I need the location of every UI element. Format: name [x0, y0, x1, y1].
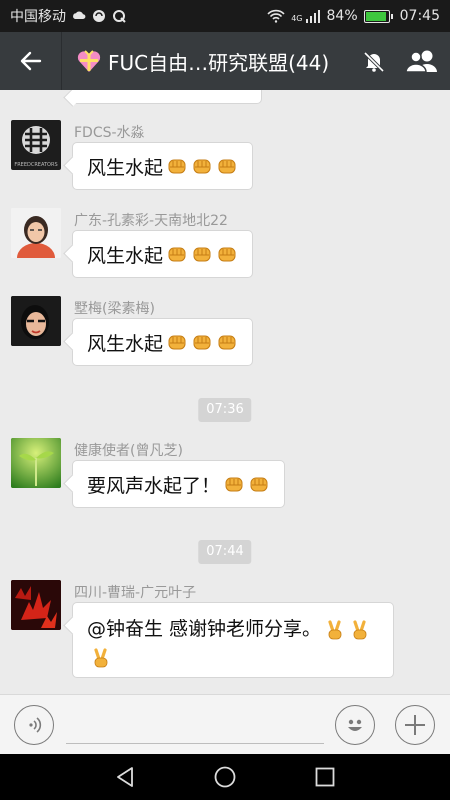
emoji-button[interactable]	[335, 705, 375, 745]
message-bubble-partial[interactable]	[72, 90, 262, 104]
network-type-label: 4G	[291, 14, 303, 23]
fist-emoji-icon	[225, 477, 243, 492]
mute-button[interactable]	[354, 50, 394, 72]
status-bar: 中国移动 4G 84% 07:45	[0, 0, 450, 32]
q-icon	[113, 10, 126, 23]
voice-waves-icon	[29, 717, 42, 733]
sender-name: FDCS-水淼	[74, 125, 145, 141]
back-arrow-icon	[20, 51, 41, 71]
message-text-input[interactable]	[66, 743, 324, 744]
avatar[interactable]	[11, 208, 61, 258]
group-people-icon	[405, 50, 437, 73]
smiley-icon	[348, 719, 362, 731]
red-leaf-photo-icon	[11, 580, 61, 630]
signal-icon	[305, 10, 320, 23]
message-bubble[interactable]: 风生水起	[72, 318, 254, 366]
sender-name: 健康使者(曾凡芝)	[74, 443, 183, 459]
more-plus-button[interactable]	[395, 705, 435, 745]
fist-emoji-icon	[168, 247, 186, 262]
fdcs-logo-text: FREEDCREATORS	[14, 162, 57, 168]
victory-hand-emoji-icon	[353, 619, 367, 639]
victory-hand-emoji-icon	[94, 647, 108, 667]
nav-home-circle-icon[interactable]	[213, 765, 237, 789]
battery-percent: 84%	[326, 8, 358, 24]
sprout-photo-icon	[11, 438, 61, 488]
person-photo-icon	[11, 208, 61, 258]
avatar[interactable]	[11, 438, 61, 488]
message-bubble[interactable]: 风生水起	[72, 230, 254, 278]
fist-emoji-icon	[193, 247, 211, 262]
message-input-bar	[0, 694, 450, 754]
fist-emoji-icon	[193, 335, 211, 350]
carrier-label: 中国移动	[10, 9, 66, 25]
fist-emoji-icon	[168, 335, 186, 350]
avatar[interactable]	[11, 296, 61, 346]
status-time: 07:45	[399, 8, 440, 24]
message-text: 风生水起	[87, 244, 164, 267]
chat-message: 墅梅(梁素梅) 风生水起	[0, 296, 450, 368]
sender-name: 墅梅(梁素梅)	[74, 301, 155, 317]
chat-message-list[interactable]: FREEDCREATORS FDCS-水淼 风生水起 广东-孔素彩-天南地北22…	[0, 90, 450, 694]
chat-message: 健康使者(曾凡芝) 要风声水起了！	[0, 438, 450, 510]
message-text: @钟奋生 感谢钟老师分享。	[87, 618, 322, 640]
emoji-group	[163, 155, 238, 178]
voice-toggle-button[interactable]	[14, 705, 54, 745]
fist-emoji-icon	[193, 159, 211, 174]
message-bubble[interactable]: 风生水起	[72, 142, 254, 190]
message-bubble[interactable]: 要风声水起了！	[72, 460, 286, 508]
chat-message: FREEDCREATORS FDCS-水淼 风生水起	[0, 120, 450, 192]
fist-emoji-icon	[168, 159, 186, 174]
emoji-group	[163, 331, 238, 354]
cloud-icon	[73, 11, 86, 19]
avatar[interactable]	[11, 580, 61, 630]
person-photo-icon	[11, 296, 61, 346]
victory-hand-emoji-icon	[328, 619, 342, 639]
timestamp-badge: 07:36	[198, 398, 252, 422]
message-bubble[interactable]: @钟奋生 感谢钟老师分享。	[72, 602, 394, 678]
sync-icon	[93, 10, 105, 22]
heart-gift-icon	[77, 50, 101, 72]
message-text: 风生水起	[87, 156, 164, 179]
fist-emoji-icon	[218, 335, 236, 350]
fist-emoji-icon	[250, 477, 268, 492]
chat-header: FUC自由…研究联盟(44)	[0, 32, 450, 90]
back-button[interactable]	[0, 32, 62, 90]
nav-recents-square-icon[interactable]	[313, 765, 337, 789]
android-nav-bar	[0, 754, 450, 800]
emoji-group	[220, 473, 270, 496]
plus-icon	[405, 715, 425, 735]
fdcs-logo-icon: FREEDCREATORS	[14, 126, 58, 168]
chat-title: FUC自由…研究联盟(44)	[108, 50, 330, 75]
message-text: 风生水起	[87, 332, 164, 355]
fist-emoji-icon	[218, 159, 236, 174]
fist-emoji-icon	[218, 247, 236, 262]
sender-name: 广东-孔素彩-天南地北22	[74, 213, 228, 229]
timestamp-badge: 07:44	[198, 540, 252, 564]
avatar[interactable]: FREEDCREATORS	[11, 120, 61, 170]
chat-message: 四川-曹瑞-广元叶子 @钟奋生 感谢钟老师分享。	[0, 580, 450, 684]
wifi-icon	[267, 9, 285, 23]
nav-back-triangle-icon[interactable]	[113, 765, 137, 789]
group-members-button[interactable]	[394, 49, 450, 73]
emoji-group	[163, 243, 238, 266]
bell-off-icon	[363, 51, 385, 72]
chat-message: 广东-孔素彩-天南地北22 风生水起	[0, 208, 450, 280]
message-text: 要风声水起了！	[87, 474, 221, 497]
battery-icon	[363, 9, 393, 23]
sender-name: 四川-曹瑞-广元叶子	[74, 585, 197, 601]
